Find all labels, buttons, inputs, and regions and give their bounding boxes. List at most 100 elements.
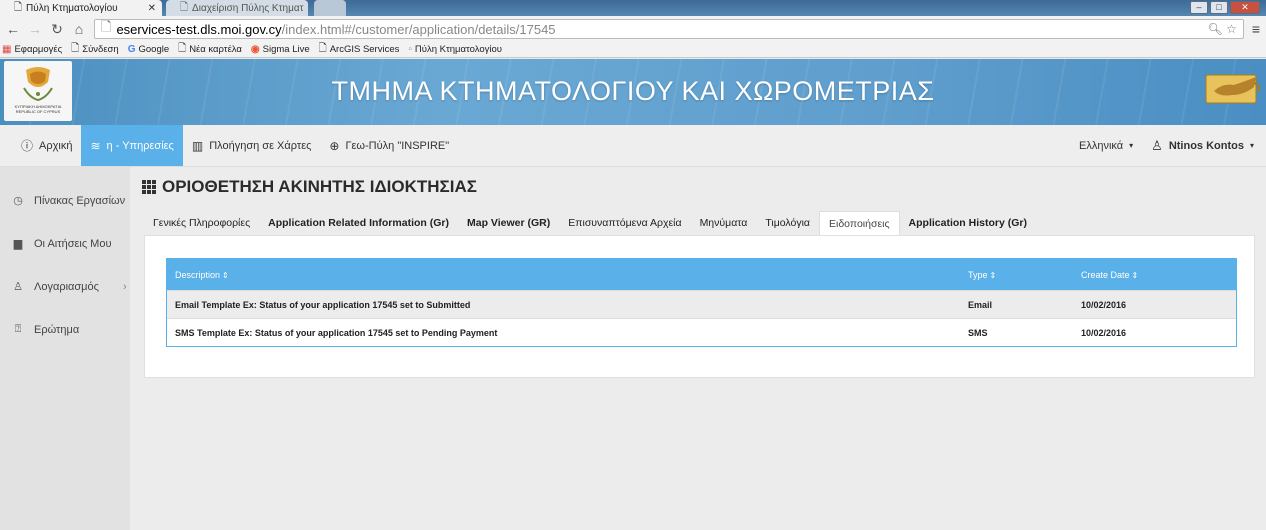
- sidebar-item-label: Οι Αιτήσεις Μου: [34, 237, 112, 250]
- cyprus-map-icon: [1205, 74, 1261, 104]
- close-icon[interactable]: ✕: [148, 3, 156, 14]
- column-create-date[interactable]: Create Date ⇕: [1073, 270, 1236, 280]
- tab-invoices[interactable]: Τιμολόγια: [756, 211, 819, 235]
- cell-type: SMS: [968, 327, 988, 338]
- grid-icon: [142, 180, 156, 194]
- notifications-panel: Description ⇕ Type ⇕ Create Date ⇕ Email Te…: [144, 235, 1255, 378]
- tab-map-viewer[interactable]: Map Viewer (GR): [458, 211, 559, 235]
- bookmark-item[interactable]: 🗋 ArcGIS Services: [319, 41, 400, 58]
- sidebar-item-applications[interactable]: ▆ Οι Αιτήσεις Μου: [0, 222, 130, 265]
- tab-notifications[interactable]: Ειδοποιήσεις: [818, 211, 900, 235]
- browser-tab-title: Πύλη Κτηματολογίου: [26, 3, 118, 14]
- page-icon: 🗋: [180, 2, 189, 13]
- bookmark-item[interactable]: G Google: [128, 44, 169, 55]
- url-host: eservices-test.dls.moi.gov.cy: [116, 21, 282, 37]
- notifications-table: Description ⇕ Type ⇕ Create Date ⇕ Email Te…: [166, 258, 1237, 347]
- user-icon: ♙: [1151, 137, 1163, 153]
- cell-description: SMS Template Ex: Status of your applicat…: [175, 327, 498, 338]
- tab-attachments[interactable]: Επισυναπτόμενα Αρχεία: [559, 211, 690, 235]
- sidebar-item-label: Λογαριασμός: [34, 280, 99, 293]
- forward-arrow-icon[interactable]: →: [28, 21, 42, 37]
- google-icon: G: [127, 44, 136, 55]
- site-banner: ΚΥΠΡΙΑΚΗ ΔΗΜΟΚΡΑΤΙΑ REPUBLIC OF CYPRUS Τ…: [0, 59, 1266, 125]
- browser-tab-inactive[interactable]: 🗋 Διαχείριση Πύλης Κτηματ ✕: [166, 0, 308, 16]
- reload-icon[interactable]: ↻: [50, 21, 64, 38]
- bookmarks-bar: ▦ Εφαρμογές 🗋 Σύνδεση G Google 🗋 Νέα καρτέλα…: [0, 42, 1266, 58]
- bookmark-item[interactable]: 🗋 Νέα καρτέλα: [178, 41, 242, 58]
- nav-maps[interactable]: ▥ Πλοήγηση σε Χάρτες: [183, 125, 321, 166]
- main-content: ΟΡΙΟΘΕΤΗΣΗ ΑΚΙΝΗΤΗΣ ΙΔΙΟΚΤΗΣΙΑΣ Γενικές …: [130, 167, 1266, 530]
- apps-grid-icon: ▦: [2, 44, 12, 55]
- column-type[interactable]: Type ⇕: [960, 270, 1073, 280]
- sidebar-item-account[interactable]: ♙ Λογαριασμός ›: [0, 265, 130, 308]
- language-label: Ελληνικά: [1079, 139, 1124, 152]
- sort-icon: ⇕: [989, 270, 997, 280]
- image-icon: ▫: [408, 44, 412, 55]
- cell-description: Email Template Ex: Status of your applic…: [175, 299, 471, 310]
- tab-related-info[interactable]: Application Related Information (Gr): [259, 211, 458, 235]
- tab-history[interactable]: Application History (Gr): [900, 211, 1036, 235]
- address-bar-row: ← → ↻ ⌂ 🗋 eservices-test.dls.moi.gov.cy/…: [0, 16, 1266, 42]
- page-title-text: ΟΡΙΟΘΕΤΗΣΗ ΑΚΙΝΗΤΗΣ ΙΔΙΟΚΤΗΣΙΑΣ: [162, 177, 477, 196]
- language-dropdown[interactable]: Ελληνικά ▾: [1070, 125, 1142, 166]
- nav-geoportal[interactable]: ⊕ Γεω-Πύλη "INSPIRE": [320, 125, 458, 166]
- page-icon: 🗋: [14, 2, 23, 13]
- column-description[interactable]: Description ⇕: [167, 270, 960, 280]
- sidebar-item-label: Ερώτημα: [34, 323, 80, 336]
- zoom-star-icons[interactable]: 🔍︎ ☆: [1208, 22, 1237, 36]
- question-icon: ⍰: [14, 323, 22, 335]
- nav-eservices[interactable]: ≋ η - Υπηρεσίες: [81, 125, 183, 166]
- bookmark-item[interactable]: 🗋 Σύνδεση: [71, 41, 119, 58]
- tab-general-info[interactable]: Γενικές Πληροφορίες: [144, 211, 259, 235]
- user-menu[interactable]: ♙ Ntinos Kontos ▾: [1142, 125, 1266, 166]
- back-arrow-icon[interactable]: ←: [6, 21, 20, 37]
- nav-eservices-label: η - Υπηρεσίες: [106, 139, 174, 152]
- bookmark-item[interactable]: ▫ Πύλη Κτηματολογίου: [408, 44, 502, 55]
- browser-menu-icon[interactable]: ≡: [1252, 21, 1260, 37]
- nav-geoportal-label: Γεω-Πύλη "INSPIRE": [345, 139, 450, 152]
- new-tab-button[interactable]: [314, 0, 346, 16]
- user-icon: ♙: [13, 281, 23, 293]
- sort-icon: ⇕: [1131, 270, 1139, 280]
- page-title: ΟΡΙΟΘΕΤΗΣΗ ΑΚΙΝΗΤΗΣ ΙΔΙΟΚΤΗΣΙΑΣ: [142, 177, 477, 197]
- navbar-right: Ελληνικά ▾ ♙ Ntinos Kontos ▾: [1070, 125, 1266, 166]
- chevron-right-icon: ›: [122, 280, 127, 293]
- sort-icon: ⇕: [222, 270, 229, 280]
- sidebar-item-label: Πίνακας Εργασίων: [34, 194, 126, 207]
- bookmark-apps[interactable]: ▦ Εφαρμογές: [2, 44, 62, 55]
- page-icon: 🗋: [101, 19, 112, 34]
- sidebar-item-query[interactable]: ⍰ Ερώτημα: [0, 308, 130, 351]
- caret-down-icon: ▾: [1249, 141, 1254, 150]
- globe-icon: ⊕: [329, 138, 340, 153]
- page-icon: 🗋: [318, 43, 327, 54]
- bookmark-item[interactable]: ◉ Sigma Live: [251, 44, 310, 55]
- table-row[interactable]: SMS Template Ex: Status of your applicat…: [167, 318, 1236, 346]
- browser-tabstrip: 🗋 Πύλη Κτηματολογίου ✕ 🗋 Διαχείριση Πύλη…: [0, 0, 1266, 16]
- caret-down-icon: ▾: [1129, 141, 1134, 150]
- window-controls: – □ ✕: [1190, 1, 1260, 14]
- tab-messages[interactable]: Μηνύματα: [691, 211, 757, 235]
- cell-date: 10/02/2016: [1081, 299, 1127, 310]
- nav-home-label: Αρχική: [39, 139, 73, 152]
- clock-icon: ◷: [13, 195, 23, 207]
- url-field[interactable]: 🗋 eservices-test.dls.moi.gov.cy/index.ht…: [94, 19, 1244, 39]
- sidebar-item-dashboard[interactable]: ◷ Πίνακας Εργασίων: [0, 179, 130, 222]
- logo-text-english: REPUBLIC OF CYPRUS: [15, 109, 61, 114]
- url-path: /index.html#/customer/application/detail…: [281, 21, 556, 37]
- maximize-icon[interactable]: □: [1210, 1, 1228, 14]
- info-circle-icon: ⓘ: [21, 139, 34, 153]
- window-close-icon[interactable]: ✕: [1230, 1, 1260, 14]
- minimize-icon[interactable]: –: [1190, 1, 1208, 14]
- page-icon: 🗋: [71, 43, 80, 54]
- user-name: Ntinos Kontos: [1168, 139, 1244, 152]
- briefcase-icon: ▆: [13, 238, 23, 250]
- nav-home[interactable]: ⓘ Αρχική: [12, 125, 81, 166]
- browser-tab-active[interactable]: 🗋 Πύλη Κτηματολογίου ✕: [0, 0, 162, 16]
- application-tabs: Γενικές Πληροφορίες Application Related …: [144, 211, 1036, 235]
- banner-title: ΤΜΗΜΑ ΚΤΗΜΑΤΟΛΟΓΙΟΥ ΚΑΙ ΧΩΡΟΜΕΤΡΙΑΣ: [331, 76, 935, 106]
- sigma-icon: ◉: [250, 44, 260, 55]
- cell-date: 10/02/2016: [1081, 327, 1127, 338]
- home-icon[interactable]: ⌂: [72, 21, 86, 37]
- browser-tab-title: Διαχείριση Πύλης Κτηματ: [192, 3, 304, 14]
- table-row[interactable]: Email Template Ex: Status of your applic…: [167, 290, 1236, 318]
